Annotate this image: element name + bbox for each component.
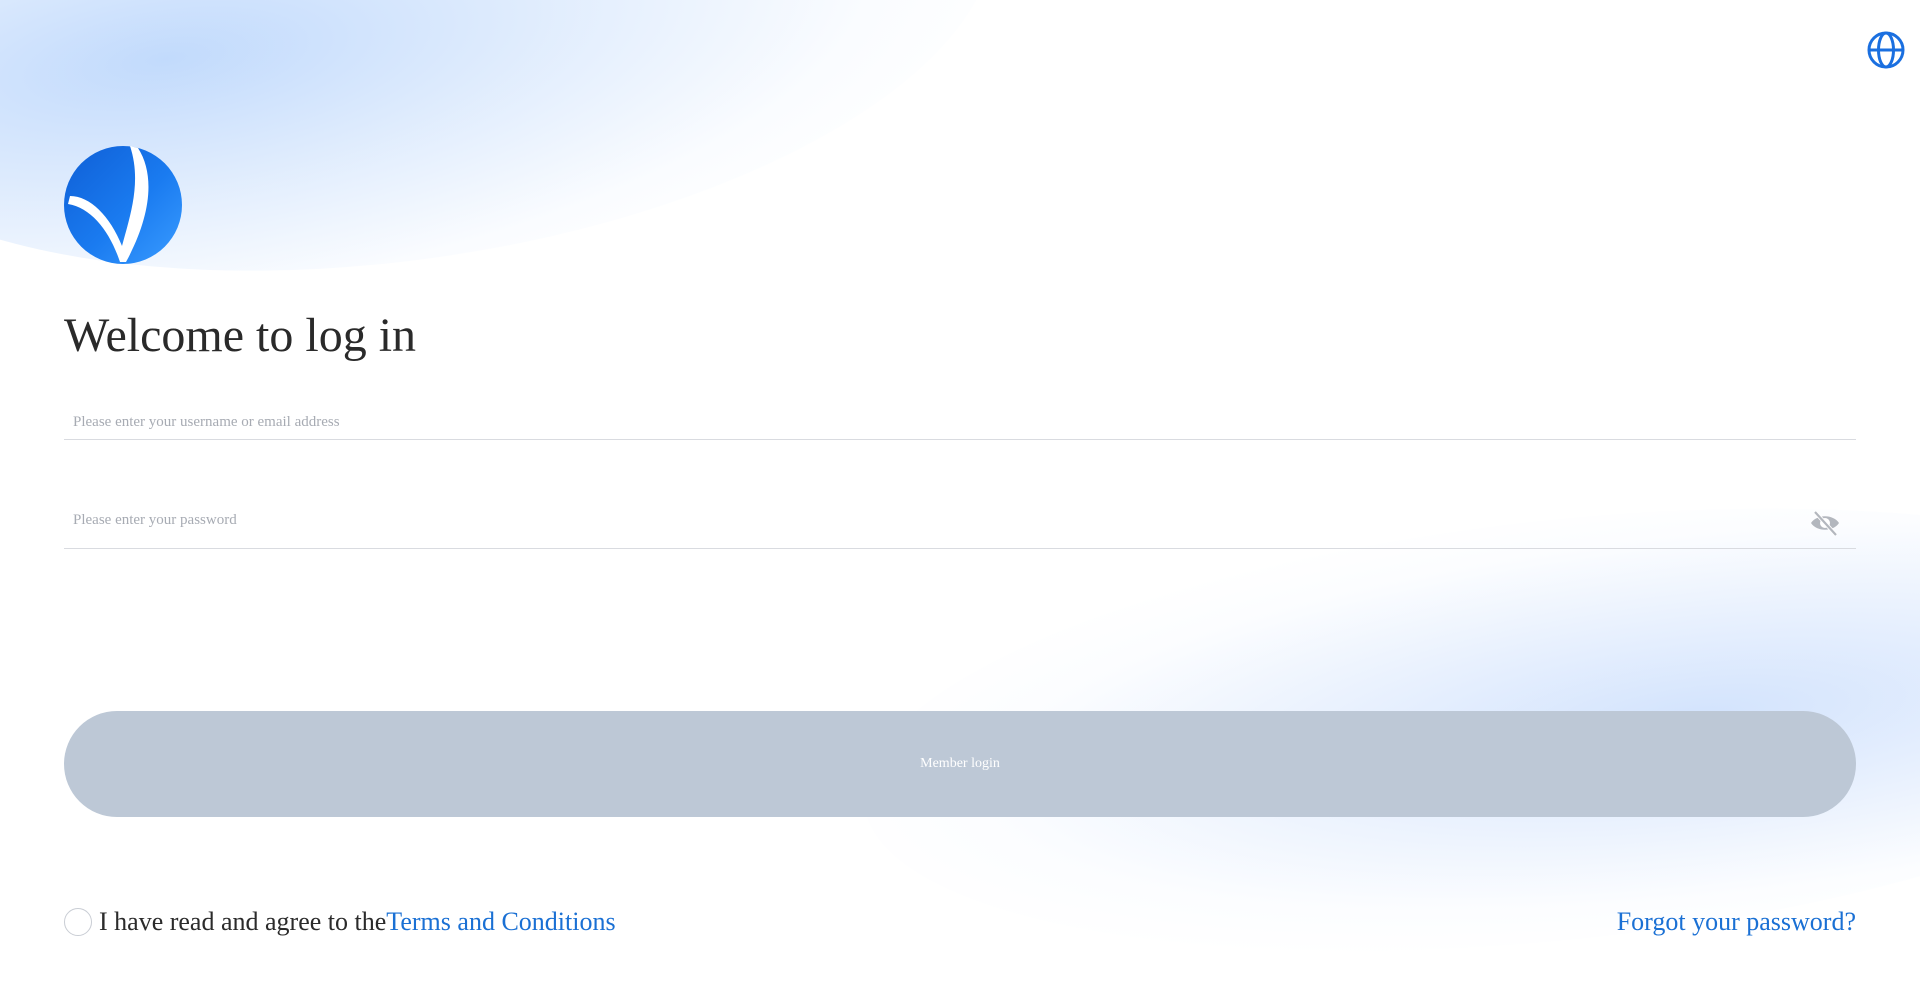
language-button[interactable] (1866, 30, 1906, 70)
member-login-button[interactable]: Member login (64, 711, 1856, 817)
password-visibility-toggle[interactable] (1808, 506, 1842, 540)
globe-icon (1867, 31, 1905, 69)
terms-link[interactable]: Terms and Conditions (386, 906, 615, 938)
username-field (64, 408, 1856, 440)
username-input[interactable] (64, 408, 1856, 436)
agree-checkbox[interactable] (64, 908, 92, 936)
brand-logo (64, 146, 182, 264)
agree-text: I have read and agree to the (99, 907, 387, 936)
password-input[interactable] (64, 502, 1856, 538)
page-title: Welcome to log in (64, 309, 417, 362)
terms-agreement: I have read and agree to the Terms and Co… (64, 906, 616, 938)
password-field (64, 502, 1856, 549)
forgot-password-link[interactable]: Forgot your password? (1617, 906, 1856, 938)
eye-off-icon (1811, 510, 1839, 537)
v-logo-icon (64, 146, 182, 264)
